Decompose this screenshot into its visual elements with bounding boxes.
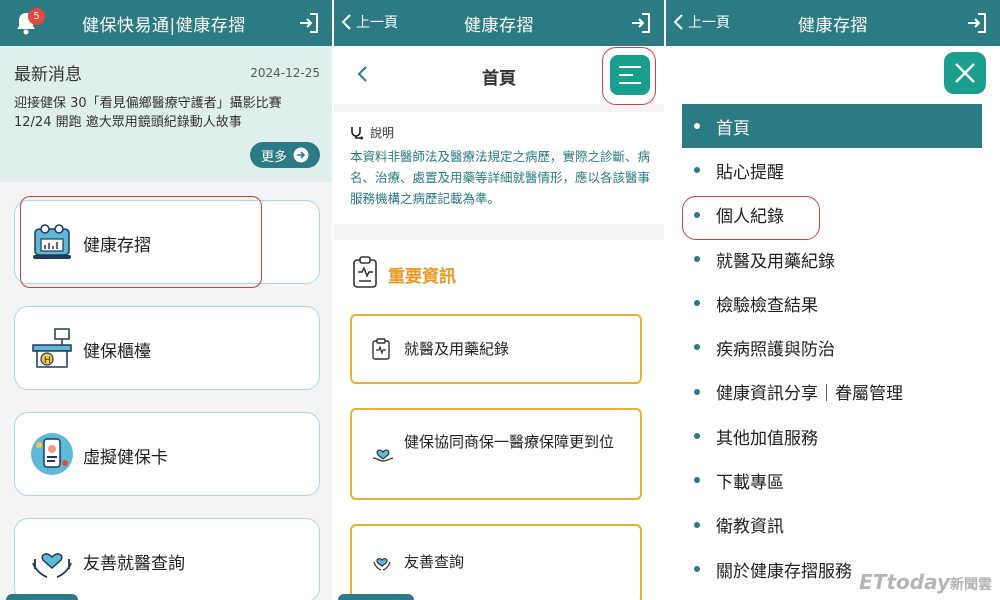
important-info-title: 重要資訊 — [388, 267, 456, 287]
bullet-icon — [694, 344, 700, 351]
counter-icon: H — [29, 325, 75, 371]
caring-hands-icon — [372, 552, 392, 576]
app-header: 5 健保快易通|健康存摺 — [0, 0, 332, 46]
card-label: 健保櫃檯 — [83, 342, 151, 362]
commercial-insurance-button[interactable]: 健保協同商保一醫療保障更到位 — [350, 408, 642, 500]
logout-icon[interactable] — [966, 12, 988, 38]
news-title: 最新消息 — [14, 65, 82, 85]
menu-item-label: 其他加值服務 — [716, 428, 818, 449]
watermark: ETtoday新聞雲 — [859, 570, 992, 594]
menu-item-label: 首頁 — [716, 118, 750, 139]
highlight-box — [602, 47, 656, 105]
side-menu: 首頁 貼心提醒 個人紀錄 就醫及用藥紀錄 檢驗檢查結果 疾病照護與防治 健康資訊… — [682, 104, 982, 591]
home-screen: 5 健保快易通|健康存摺 最新消息 2024-12-25 迎接健保 30「看見偏… — [0, 0, 332, 600]
app-header: 上一頁 健康存摺 — [334, 0, 664, 46]
side-menu-screen: 上一頁 健康存摺 首頁 貼心提醒 個人紀錄 就醫及用藥紀錄 檢驗檢查結果 疾病照… — [666, 0, 1000, 600]
medical-records-label: 就醫及用藥紀錄 — [404, 340, 510, 358]
menu-item-label: 貼心提醒 — [716, 162, 784, 183]
disclaimer-text: 本資料非醫師法及醫療法規定之病歷，實際之診斷、病名、治療、處置及用藥等詳細就醫情… — [350, 149, 651, 206]
menu-item-label: 健康資訊分享｜眷屬管理 — [716, 384, 903, 405]
news-text[interactable]: 迎接健保 30「看見偏鄉醫療守護者」攝影比賽 12/24 開跑 邀大眾用鏡頭紀錄… — [14, 94, 314, 132]
heart-hand-icon — [372, 444, 394, 468]
bullet-icon — [694, 521, 700, 528]
news-date: 2024-12-25 — [250, 66, 320, 80]
disclaimer-label: 說明 — [350, 124, 394, 141]
menu-item-home[interactable]: 首頁 — [682, 104, 982, 149]
menu-item-label: 就醫及用藥紀錄 — [716, 251, 835, 272]
menu-item-label: 衛教資訊 — [716, 517, 784, 538]
menu-item-disease-care[interactable]: 疾病照護與防治 — [682, 325, 982, 369]
important-info-section: 重要資訊 就醫及用藥紀錄 健保協同商保一醫療保障更到位 友善查詢 — [334, 240, 664, 600]
friendly-query-label: 友善查詢 — [404, 553, 465, 571]
menu-item-value-added[interactable]: 其他加值服務 — [682, 414, 982, 458]
bullet-icon — [694, 255, 700, 262]
more-button-label: 更多 — [260, 149, 287, 165]
disclaimer-section: 說明 本資料非醫師法及醫療法規定之病歷，實際之診斷、病名、治療、處置及用藥等詳細… — [334, 112, 664, 224]
more-news-button[interactable]: 更多 — [250, 142, 320, 168]
menu-item-label: 下載專區 — [716, 473, 784, 494]
bullet-icon — [694, 123, 700, 129]
close-icon — [955, 63, 975, 83]
highlight-box — [682, 196, 820, 240]
news-section: 最新消息 2024-12-25 迎接健保 30「看見偏鄉醫療守護者」攝影比賽 1… — [0, 46, 332, 182]
passbook-home-screen: 上一頁 健康存摺 首頁 說明 本資料非醫師法及醫療法規定之病歷，實際之診斷、病名… — [334, 0, 664, 600]
close-menu-button[interactable] — [944, 52, 986, 94]
menu-item-reminders[interactable]: 貼心提醒 — [682, 148, 982, 192]
bottom-tab-indicator — [338, 594, 414, 600]
friendly-query-button[interactable]: 友善查詢 — [350, 524, 642, 600]
app-header: 上一頁 健康存摺 — [666, 0, 1000, 46]
menu-item-label: 疾病照護與防治 — [716, 340, 835, 361]
watermark-suffix: 新聞雲 — [950, 577, 992, 593]
app-title: 健保快易通|健康存摺 — [82, 16, 246, 36]
bullet-icon — [694, 477, 700, 484]
bottom-tab-indicator — [6, 594, 78, 600]
screen-title: 健康存摺 — [798, 16, 868, 36]
notification-badge: 5 — [28, 8, 45, 25]
bullet-icon — [694, 565, 700, 572]
logout-icon[interactable] — [630, 12, 652, 38]
menu-item-label: 檢驗檢查結果 — [716, 295, 818, 316]
virtual-card-card[interactable]: 虛擬健保卡 — [14, 412, 320, 496]
bullet-icon — [694, 300, 700, 307]
stethoscope-icon — [351, 126, 363, 139]
bullet-icon — [694, 167, 700, 174]
medical-records-button[interactable]: 就醫及用藥紀錄 — [350, 314, 642, 384]
bullet-icon — [694, 388, 700, 395]
bullet-icon — [694, 433, 700, 440]
virtual-card-icon — [29, 431, 75, 477]
menu-item-health-education[interactable]: 衛教資訊 — [682, 503, 982, 547]
friendly-care-card[interactable]: 友善就醫查詢 — [14, 518, 320, 600]
menu-item-test-results[interactable]: 檢驗檢查結果 — [682, 281, 982, 325]
card-label: 友善就醫查詢 — [83, 554, 185, 574]
screen-title: 健康存摺 — [464, 16, 534, 36]
menu-item-medical-records[interactable]: 就醫及用藥紀錄 — [682, 237, 982, 281]
svg-text:H: H — [44, 356, 51, 366]
menu-item-health-sharing[interactable]: 健康資訊分享｜眷屬管理 — [682, 370, 982, 414]
arrow-right-icon — [293, 147, 309, 163]
menu-item-downloads[interactable]: 下載專區 — [682, 458, 982, 502]
watermark-brand: ETtoday — [859, 570, 950, 594]
clipboard-icon — [372, 338, 390, 364]
clipboard-icon — [352, 256, 378, 292]
commercial-insurance-label: 健保協同商保一醫療保障更到位 — [404, 433, 615, 451]
logout-icon[interactable] — [298, 12, 320, 38]
nhi-counter-card[interactable]: H 健保櫃檯 — [14, 306, 320, 390]
highlight-box — [20, 196, 262, 288]
disclaimer-title: 說明 — [370, 126, 395, 140]
card-label: 虛擬健保卡 — [83, 448, 168, 468]
friendly-care-icon — [29, 537, 75, 583]
menu-item-label: 關於健康存摺服務 — [716, 561, 852, 582]
